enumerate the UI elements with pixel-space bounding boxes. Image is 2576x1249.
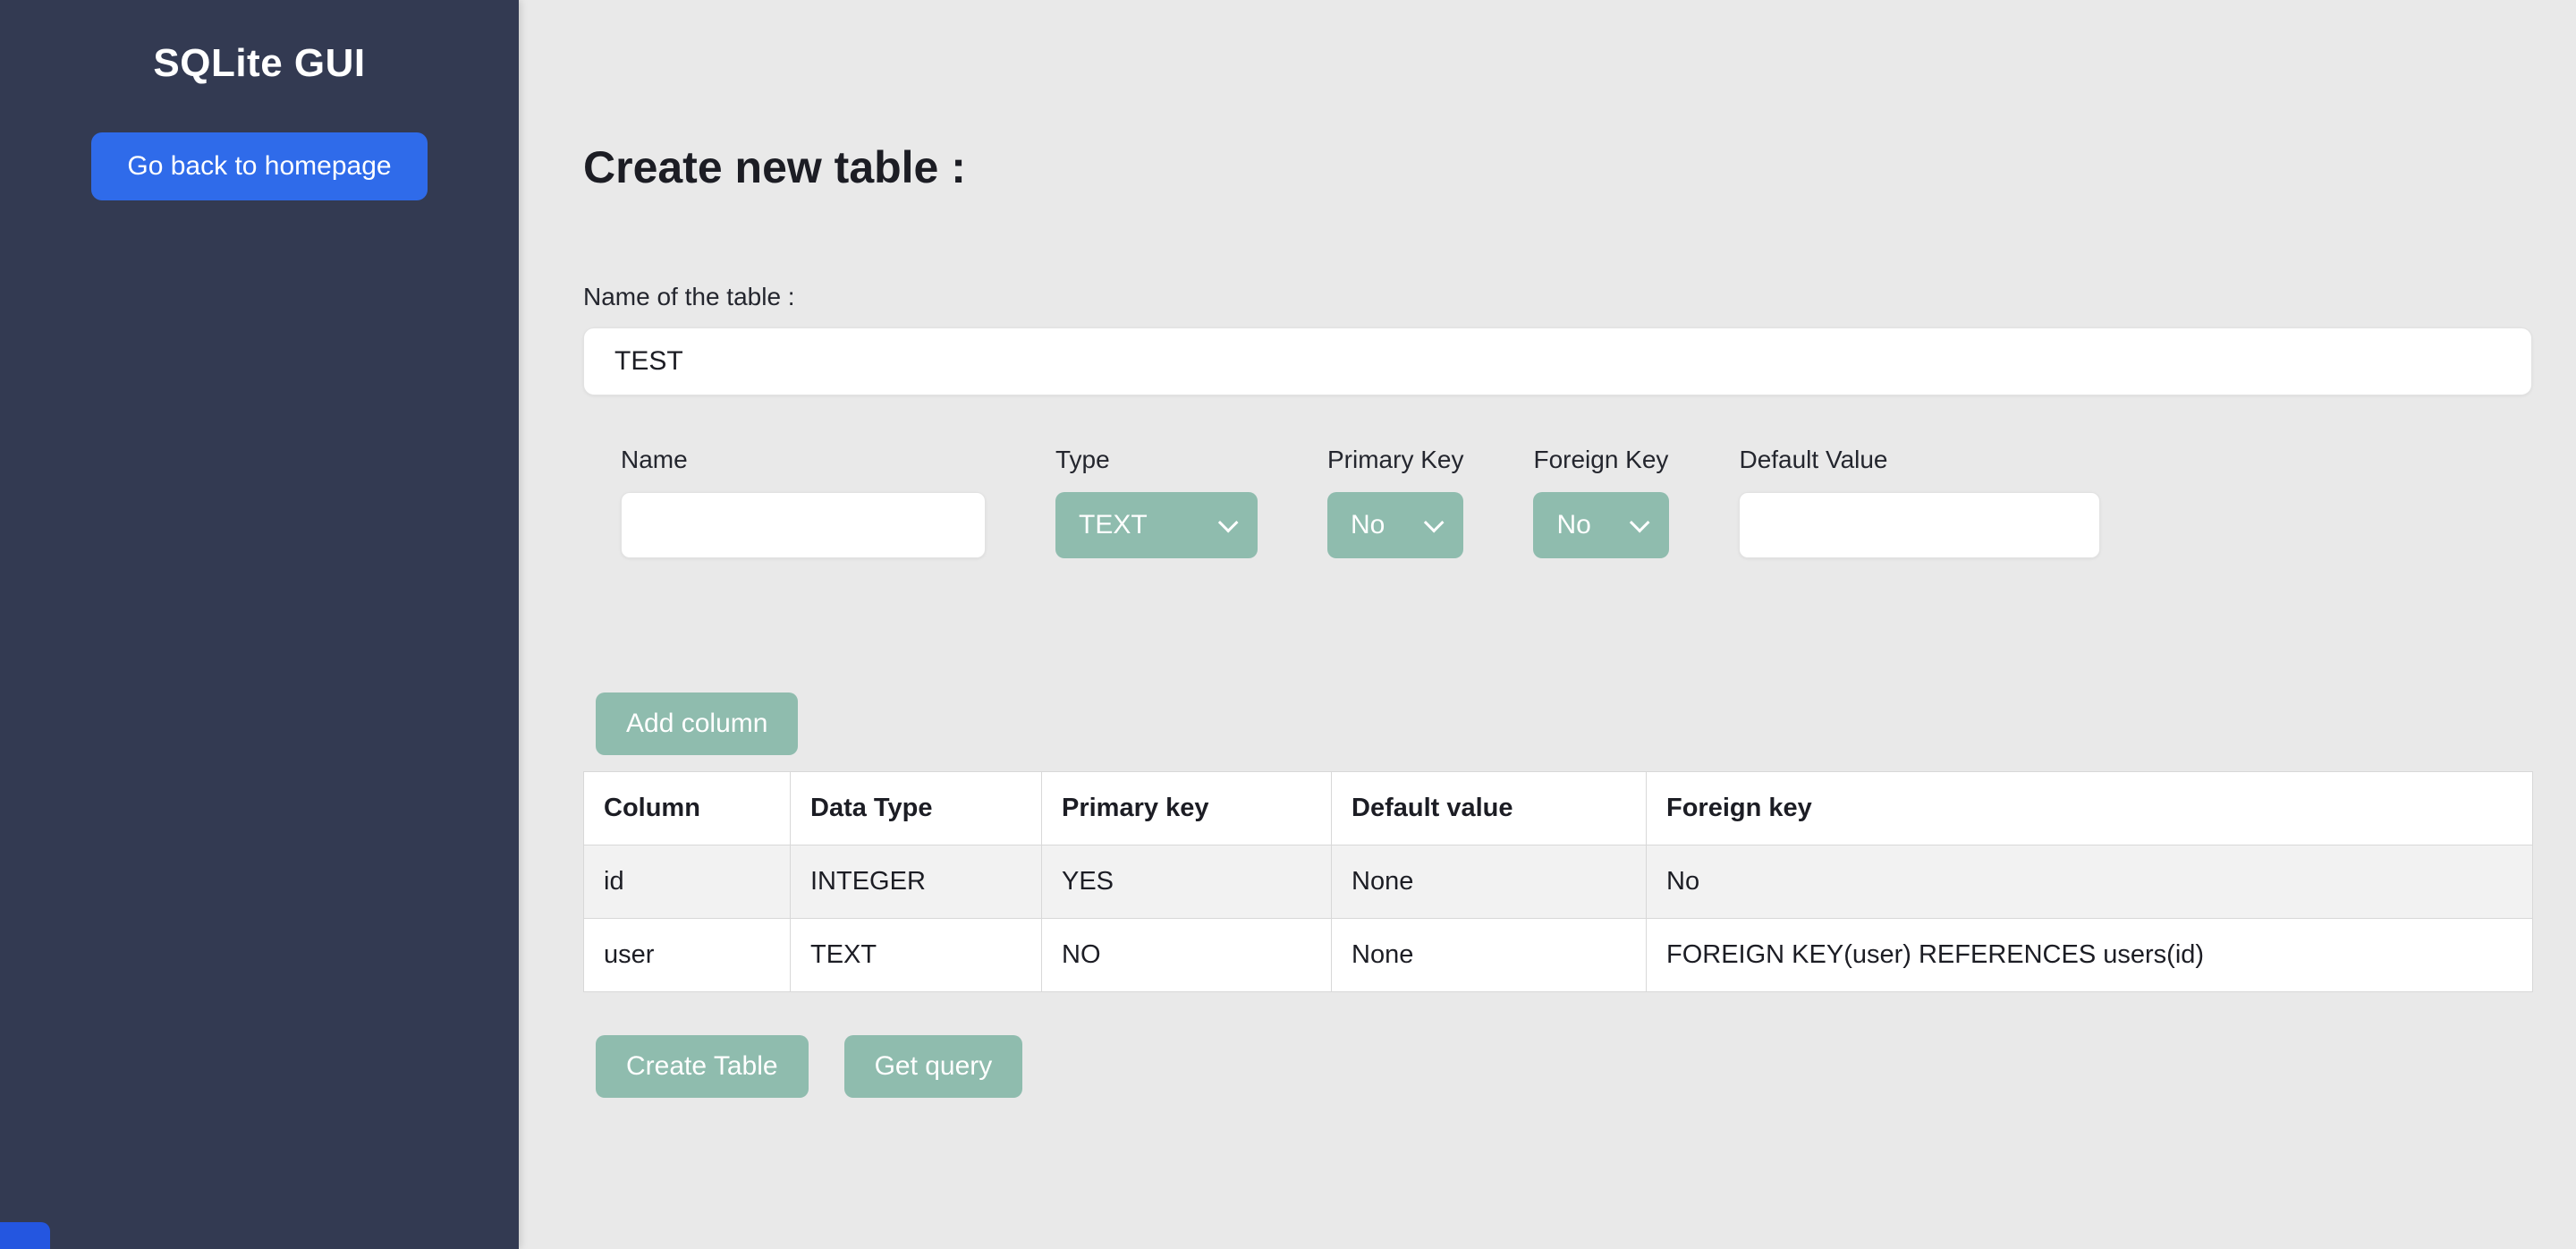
chevron-down-icon [1424, 513, 1445, 533]
default-value-group: Default Value [1739, 446, 2100, 558]
cell-default-value: None [1332, 845, 1647, 919]
cell-data-type: TEXT [791, 919, 1042, 992]
cell-column: id [584, 845, 791, 919]
default-value-label: Default Value [1739, 446, 2100, 474]
header-column: Column [584, 772, 791, 845]
primary-key-label: Primary Key [1327, 446, 1463, 474]
chevron-down-icon [1218, 513, 1239, 533]
default-value-input[interactable] [1739, 492, 2100, 558]
create-table-button[interactable]: Create Table [596, 1035, 809, 1098]
main-content: Create new table : Name of the table : N… [519, 0, 2576, 1249]
cell-primary-key: YES [1042, 845, 1332, 919]
cell-foreign-key: FOREIGN KEY(user) REFERENCES users(id) [1647, 919, 2533, 992]
header-data-type: Data Type [791, 772, 1042, 845]
table-row: id INTEGER YES None No [584, 845, 2533, 919]
column-form: Name Type TEXT Primary Key No Foreign Ke… [583, 446, 2533, 558]
foreign-key-value: No [1556, 510, 1623, 540]
foreign-key-label: Foreign Key [1533, 446, 1669, 474]
table-header-row: Column Data Type Primary key Default val… [584, 772, 2533, 845]
go-home-button[interactable]: Go back to homepage [91, 132, 428, 200]
header-foreign-key: Foreign key [1647, 772, 2533, 845]
table-row: user TEXT NO None FOREIGN KEY(user) REFE… [584, 919, 2533, 992]
app-title: SQLite GUI [0, 0, 519, 86]
bottom-left-chip [0, 1222, 50, 1249]
column-name-input[interactable] [621, 492, 986, 558]
header-primary-key: Primary key [1042, 772, 1332, 845]
cell-default-value: None [1332, 919, 1647, 992]
table-name-input[interactable] [583, 327, 2532, 395]
column-name-label: Name [621, 446, 986, 474]
foreign-key-group: Foreign Key No [1533, 446, 1669, 558]
column-type-group: Type TEXT [1055, 446, 1258, 558]
primary-key-value: No [1351, 510, 1417, 540]
column-type-select[interactable]: TEXT [1055, 492, 1258, 558]
primary-key-select[interactable]: No [1327, 492, 1463, 558]
page-title: Create new table : [583, 141, 2533, 193]
columns-table: Column Data Type Primary key Default val… [583, 771, 2533, 992]
column-type-label: Type [1055, 446, 1258, 474]
column-name-group: Name [621, 446, 986, 558]
get-query-button[interactable]: Get query [844, 1035, 1023, 1098]
sidebar: SQLite GUI Go back to homepage [0, 0, 519, 1249]
cell-column: user [584, 919, 791, 992]
chevron-down-icon [1630, 513, 1650, 533]
header-default-value: Default value [1332, 772, 1647, 845]
cell-foreign-key: No [1647, 845, 2533, 919]
column-type-value: TEXT [1079, 510, 1211, 540]
primary-key-group: Primary Key No [1327, 446, 1463, 558]
action-buttons: Create Table Get query [583, 1035, 2533, 1098]
table-name-label: Name of the table : [583, 283, 2533, 311]
add-column-button[interactable]: Add column [596, 692, 798, 755]
cell-data-type: INTEGER [791, 845, 1042, 919]
cell-primary-key: NO [1042, 919, 1332, 992]
foreign-key-select[interactable]: No [1533, 492, 1669, 558]
